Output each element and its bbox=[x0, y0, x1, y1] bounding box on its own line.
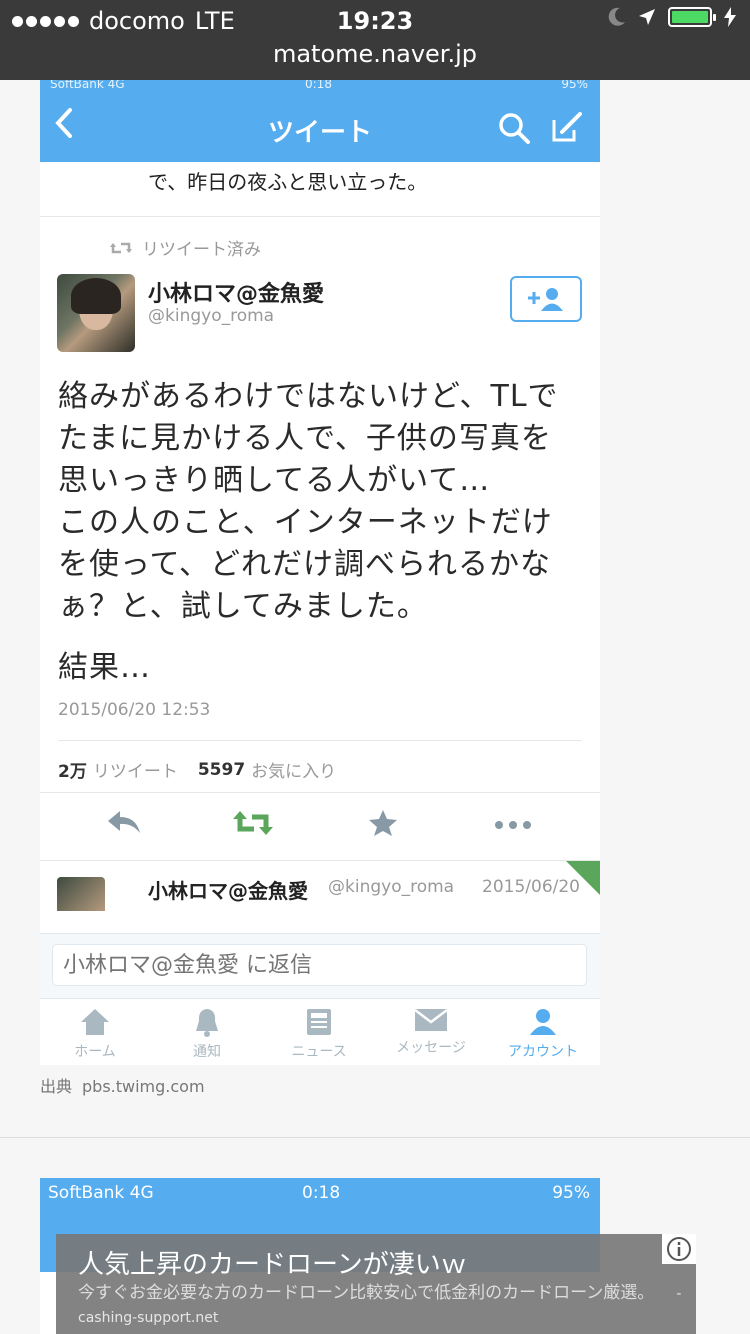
favorite-count-label[interactable]: お気に入り bbox=[251, 757, 336, 782]
retweeted-label: リツイート済み bbox=[142, 240, 261, 260]
person-icon bbox=[530, 1009, 556, 1035]
tweet-actions bbox=[40, 792, 600, 852]
ad-description-text: 今すぐお金必要な方のカードローン比較安心で低金利のカードローン厳選。 bbox=[78, 1283, 655, 1303]
charging-icon bbox=[724, 7, 736, 27]
compose-icon[interactable] bbox=[550, 110, 584, 148]
add-user-icon bbox=[528, 288, 563, 311]
avatar[interactable] bbox=[57, 274, 135, 352]
reply-input[interactable] bbox=[52, 944, 587, 986]
twitter-status-bar-2: SoftBank 4G 0:18 95% bbox=[40, 1178, 600, 1208]
retweet-small-icon bbox=[110, 242, 132, 253]
tab-account[interactable]: アカウント bbox=[488, 1007, 598, 1061]
section-divider bbox=[0, 1137, 750, 1138]
retweet-count[interactable]: 2万 bbox=[58, 757, 87, 782]
tab-home[interactable]: ホーム bbox=[40, 1007, 150, 1061]
retweet-corner-badge bbox=[566, 861, 600, 895]
embedded-tweet-screenshot: SoftBank 4G 0:18 95% ツイート で、昨日の夜ふと思い立った。… bbox=[40, 80, 600, 1065]
twitter-status-carrier: SoftBank 4G bbox=[50, 80, 125, 91]
status-bar: docomo LTE 19:23 bbox=[0, 0, 750, 40]
tab-news[interactable]: ニュース bbox=[264, 1007, 374, 1061]
twitter-header: ツイート bbox=[40, 92, 600, 162]
previous-tweet-tail: で、昨日の夜ふと思い立った。 bbox=[40, 162, 600, 217]
tab-messages-label: メッセージ bbox=[396, 1040, 466, 1056]
author-handle[interactable]: @kingyo_roma bbox=[148, 306, 274, 326]
retweet-icon[interactable] bbox=[232, 809, 274, 841]
news-icon bbox=[307, 1009, 331, 1035]
twitter-tab-bar: ホーム 通知 ニュース メッセージ アカウント bbox=[40, 998, 600, 1065]
ad-banner[interactable]: 人気上昇のカードローンが凄いｗ 今すぐお金必要な方のカードローン比較安心で低金利… bbox=[56, 1234, 696, 1334]
source-link[interactable]: pbs.twimg.com bbox=[82, 1077, 205, 1096]
avatar[interactable] bbox=[57, 877, 105, 911]
image-source: 出典 pbs.twimg.com bbox=[40, 1073, 205, 1097]
twitter-status-time: 0:18 bbox=[305, 80, 332, 91]
source-label: 出典 bbox=[40, 1077, 73, 1096]
twitter-status-battery: 95% bbox=[561, 80, 588, 91]
retweet-count-label[interactable]: リツイート bbox=[93, 757, 178, 782]
reply-author-name: 小林ロマ@金魚愛 bbox=[148, 879, 308, 903]
tweet-text-result: 結果… bbox=[58, 650, 151, 685]
tab-notifications[interactable]: 通知 bbox=[152, 1007, 262, 1061]
more-icon[interactable] bbox=[494, 815, 532, 834]
search-icon[interactable] bbox=[498, 112, 530, 148]
tab-account-label: アカウント bbox=[508, 1044, 578, 1060]
twitter-status-bar: SoftBank 4G 0:18 95% bbox=[40, 80, 600, 92]
tab-notifications-label: 通知 bbox=[193, 1044, 221, 1060]
reply-author-handle: @kingyo_roma bbox=[328, 877, 455, 897]
reply-tweet-preview[interactable]: 小林ロマ@金魚愛 @kingyo_roma 2015/06/20 bbox=[40, 860, 600, 911]
author-name[interactable]: 小林ロマ@金魚愛 bbox=[148, 276, 324, 308]
browser-top-bar: docomo LTE 19:23 matome.naver.jp bbox=[0, 0, 750, 80]
tab-home-label: ホーム bbox=[74, 1044, 116, 1060]
moon-icon bbox=[608, 7, 625, 26]
tab-news-label: ニュース bbox=[291, 1044, 347, 1060]
envelope-icon bbox=[414, 1009, 448, 1031]
ad-info-icon[interactable] bbox=[662, 1234, 696, 1264]
address-bar[interactable]: matome.naver.jp bbox=[0, 40, 750, 68]
favorite-star-icon[interactable] bbox=[368, 809, 398, 841]
tweet-timestamp: 2015/06/20 12:53 bbox=[58, 700, 211, 720]
tab-messages[interactable]: メッセージ bbox=[376, 1007, 486, 1057]
reply-icon[interactable] bbox=[106, 809, 142, 839]
page-content: SoftBank 4G 0:18 95% ツイート で、昨日の夜ふと思い立った。… bbox=[0, 80, 750, 1334]
status-right bbox=[608, 7, 736, 27]
twitter-status-time-2: 0:18 bbox=[302, 1183, 341, 1203]
twitter-status-carrier-2: SoftBank 4G bbox=[48, 1183, 154, 1203]
home-icon bbox=[81, 1009, 109, 1035]
ad-description: 今すぐお金必要な方のカードローン比較安心で低金利のカードローン厳選。 - cash… bbox=[78, 1282, 688, 1330]
tweet-stats: 2万 リツイート 5597 お気に入り bbox=[58, 757, 582, 783]
retweeted-indicator: リツイート済み bbox=[110, 235, 600, 260]
twitter-status-battery-2: 95% bbox=[552, 1183, 590, 1203]
ad-title[interactable]: 人気上昇のカードローンが凄いｗ bbox=[78, 1244, 467, 1281]
tweet-text: 絡みがあるわけではないけど、TLで たまに見かける人で、子供の写真を 思いっきり… bbox=[58, 379, 559, 624]
battery-icon bbox=[668, 7, 716, 27]
bell-icon bbox=[196, 1009, 218, 1037]
divider bbox=[58, 740, 582, 741]
follow-button[interactable] bbox=[510, 276, 582, 322]
tweet-author: 小林ロマ@金魚愛 @kingyo_roma bbox=[40, 274, 600, 364]
favorite-count[interactable]: 5597 bbox=[198, 760, 245, 780]
location-arrow-icon bbox=[639, 9, 655, 25]
reply-compose-area bbox=[40, 933, 600, 998]
